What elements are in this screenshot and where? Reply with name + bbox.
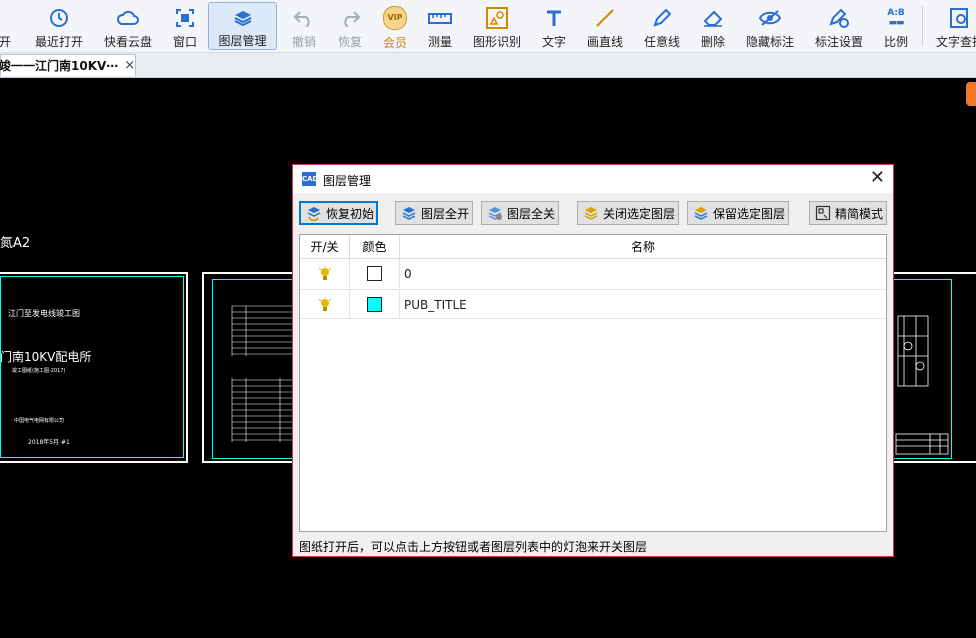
ruler-icon [428, 6, 452, 29]
layer-toggle[interactable] [300, 259, 350, 288]
sheet1-sub: 竣工图纸(施工图-2017) [12, 368, 66, 374]
sheet1-main: 门南10KV配电所 [0, 350, 92, 364]
annotation-settings-button[interactable]: 标注设置 [812, 2, 866, 50]
layers-icon [231, 7, 255, 28]
layer-manager-button[interactable]: 图层管理 [208, 2, 277, 50]
tab-close-icon[interactable]: × [124, 58, 135, 73]
keep-selected-icon [693, 205, 709, 221]
layers-off-icon [487, 205, 503, 221]
toolbar-divider [922, 6, 923, 46]
restore-initial-button[interactable]: 恢复初始 [299, 201, 378, 225]
lightbulb-on-icon[interactable] [318, 265, 332, 282]
column-header-color[interactable]: 颜色 [350, 235, 400, 259]
drawing-sheet-1: 江门至发电线竣工图 门南10KV配电所 竣工图纸(施工图-2017) 中国电气电… [0, 272, 188, 463]
text-button[interactable]: 文字 [538, 2, 570, 50]
text-icon [542, 6, 566, 29]
redo-button[interactable]: 恢复 [334, 2, 366, 50]
eraser-icon [701, 6, 725, 29]
keep-selected-layers-button[interactable]: 保留选定图层 [687, 201, 789, 225]
column-header-toggle[interactable]: 开/关 [300, 235, 350, 259]
sheet3-schematic-graphic [895, 315, 949, 455]
dialog-title-bar[interactable]: CAD 图层管理 ✕ [293, 165, 893, 193]
lightbulb-on-icon[interactable] [318, 296, 332, 313]
vip-badge: VIP [383, 6, 407, 30]
undo-button[interactable]: 撤销 [288, 2, 320, 50]
simple-mode-icon [815, 205, 831, 221]
cloud-icon [116, 6, 140, 29]
folder-open-icon [0, 6, 17, 29]
all-layers-on-button[interactable]: 图层全开 [395, 201, 473, 225]
eye-hide-icon [758, 6, 782, 29]
window-button[interactable]: 窗口 [168, 2, 202, 50]
all-layers-off-button[interactable]: 图层全关 [481, 201, 559, 225]
document-tab[interactable]: 竣一一江门南10KV⋯ × [0, 54, 136, 76]
sheet1-company: 中国电气电网有限公司 [14, 418, 65, 424]
line-icon [593, 6, 617, 29]
dialog-status-text: 图纸打开后，可以点击上方按钮或者图层列表中的灯泡来开关图层 [299, 540, 648, 554]
close-selected-layers-button[interactable]: 关闭选定图层 [577, 201, 679, 225]
layer-manager-dialog: CAD 图层管理 ✕ 恢复初始 图层全开 图层全关 关闭选定图层 保留选定图层 [292, 164, 894, 557]
close-selected-icon [583, 205, 599, 221]
recent-open-button[interactable]: 最近打开 [30, 2, 88, 50]
text-search-button[interactable]: 文字查找 [932, 2, 976, 50]
layer-toggle[interactable] [300, 290, 350, 319]
layer-list: 开/关 颜色 名称 0 PUB_TITLE [299, 234, 887, 532]
scale-icon: A:B ▬▬ [884, 6, 908, 29]
vip-icon: VIP [383, 6, 407, 30]
layer-color-cell[interactable] [350, 259, 400, 288]
text-search-icon [948, 6, 972, 29]
sheet1-date: 2018年5月 #1 [28, 439, 70, 446]
document-tab-title: 竣一一江门南10KV⋯ [0, 59, 119, 73]
drawing-sheet-2 [202, 272, 300, 463]
shape-recognize-button[interactable]: 图形识别 [470, 2, 524, 50]
freehand-line-button[interactable]: 任意线 [640, 2, 684, 50]
sheet1-title: 江门至发电线竣工图 [8, 309, 80, 318]
scale-badge: A:B ▬▬ [887, 7, 905, 28]
drawing-label-a2: 氮A2 [0, 236, 31, 251]
app-logo-icon: CAD [302, 172, 318, 186]
annotation-settings-icon [827, 6, 851, 29]
restore-layers-icon [306, 205, 322, 221]
cloud-disk-button[interactable]: 快看云盘 [100, 2, 156, 50]
main-toolbar: 开 最近打开 快看云盘 窗口 图层管理 撤销 恢复 VIP 会员 测量 图形识别… [0, 0, 976, 53]
shape-recognize-icon [485, 6, 509, 29]
layers-on-icon [401, 205, 417, 221]
open-button[interactable]: 开 [0, 2, 16, 50]
scale-button[interactable]: A:B ▬▬ 比例 [880, 2, 912, 50]
document-tab-bar: 竣一一江门南10KV⋯ × [0, 53, 976, 78]
delete-button[interactable]: 删除 [698, 2, 728, 50]
dialog-title: 图层管理 [323, 174, 372, 188]
sheet2-table-graphic [231, 305, 295, 442]
layer-color-swatch[interactable] [367, 266, 382, 281]
column-header-name[interactable]: 名称 [400, 235, 886, 259]
undo-icon [292, 6, 316, 29]
redo-icon [338, 6, 362, 29]
layer-row[interactable]: 0 [300, 259, 886, 289]
history-icon [47, 6, 71, 29]
dialog-close-icon[interactable]: ✕ [870, 168, 885, 188]
hide-annotation-button[interactable]: 隐藏标注 [742, 2, 798, 50]
layer-color-cell[interactable] [350, 290, 400, 319]
measure-button[interactable]: 测量 [424, 2, 456, 50]
layer-row[interactable]: PUB_TITLE [300, 289, 886, 319]
drawing-sheet-3 [888, 272, 976, 463]
layer-name: 0 [404, 266, 412, 281]
layer-color-swatch[interactable] [367, 297, 382, 312]
vip-button[interactable]: VIP 会员 [378, 2, 412, 50]
draw-line-button[interactable]: 画直线 [584, 2, 626, 50]
pen-icon [650, 6, 674, 29]
window-icon [173, 6, 197, 29]
layer-name: PUB_TITLE [404, 297, 467, 312]
side-panel-tab[interactable] [966, 82, 976, 106]
simple-mode-button[interactable]: 精简模式 [809, 201, 887, 225]
